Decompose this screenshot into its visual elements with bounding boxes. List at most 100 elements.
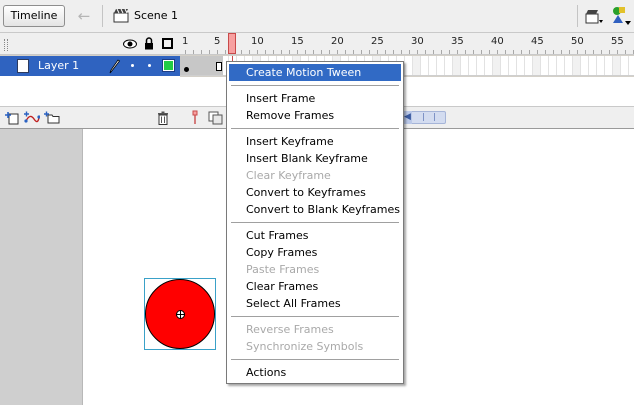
frame-cell[interactable] — [597, 56, 605, 75]
frame-cell[interactable] — [509, 56, 517, 75]
frame-cell[interactable] — [477, 56, 485, 75]
ruler-tick — [425, 50, 426, 54]
menu-item-convert-to-keyframes[interactable]: Convert to Keyframes — [227, 184, 403, 201]
frame-cell[interactable] — [493, 56, 501, 75]
frame-cell[interactable] — [629, 56, 634, 75]
toolbar-divider — [102, 5, 103, 27]
frame-cell[interactable] — [541, 56, 549, 75]
frame-cell[interactable] — [573, 56, 581, 75]
layer-outline-color-box[interactable] — [162, 59, 175, 72]
ruler-tick — [433, 50, 434, 54]
ruler-tick — [313, 50, 314, 54]
ruler-label: 35 — [451, 36, 464, 47]
frame-cell[interactable] — [453, 56, 461, 75]
ruler-tick — [225, 50, 226, 54]
ruler-label: 20 — [331, 36, 344, 47]
frame-cell[interactable] — [445, 56, 453, 75]
ruler-tick — [369, 50, 370, 54]
add-layer-icon[interactable] — [5, 111, 19, 125]
ruler-tick — [265, 50, 266, 54]
ruler-label: 10 — [251, 36, 264, 47]
ruler-tick — [441, 50, 442, 54]
lock-icon[interactable] — [144, 37, 154, 50]
frame-cell[interactable] — [461, 56, 469, 75]
toolbar-divider — [577, 5, 578, 27]
layer-icon — [17, 59, 29, 73]
ruler-label: 50 — [571, 36, 584, 47]
menu-item-cut-frames[interactable]: Cut Frames — [227, 227, 403, 244]
menu-item-insert-keyframe[interactable]: Insert Keyframe — [227, 133, 403, 150]
back-arrow-icon[interactable]: ← — [74, 7, 94, 25]
frame-ruler[interactable]: 1 5 10 15 20 25 30 35 40 45 50 55 — [180, 33, 634, 55]
ruler-tick — [545, 50, 546, 54]
center-frame-icon[interactable] — [190, 110, 200, 125]
ruler-tick — [561, 50, 562, 54]
frame-cell[interactable] — [525, 56, 533, 75]
menu-item-create-motion-tween[interactable]: Create Motion Tween — [229, 64, 401, 81]
frame-cell[interactable] — [589, 56, 597, 75]
menu-item-select-all-frames[interactable]: Select All Frames — [227, 295, 403, 312]
menu-item-insert-frame[interactable]: Insert Frame — [227, 90, 403, 107]
ruler-tick — [273, 50, 274, 54]
menu-item-paste-frames: Paste Frames — [246, 263, 320, 276]
frame-cell[interactable] — [469, 56, 477, 75]
onion-skin-icon[interactable] — [208, 111, 224, 125]
add-guide-layer-icon[interactable] — [24, 111, 40, 125]
timeline-toggle-button[interactable]: Timeline — [3, 5, 65, 27]
ruler-tick — [241, 50, 242, 54]
layers-panel-empty — [0, 76, 180, 106]
menu-item-actions[interactable]: Actions — [227, 364, 403, 381]
frame-cell[interactable] — [517, 56, 525, 75]
ruler-tick — [553, 50, 554, 54]
ruler-tick — [281, 50, 282, 54]
outline-icon[interactable] — [162, 38, 173, 49]
layer-name[interactable]: Layer 1 — [38, 59, 79, 72]
frame-cell[interactable] — [605, 56, 613, 75]
visibility-dot[interactable] — [131, 64, 134, 67]
ruler-tick — [625, 50, 626, 54]
frame-cell[interactable] — [437, 56, 445, 75]
edit-symbol-icon[interactable] — [610, 5, 632, 27]
ruler-tick — [481, 50, 482, 54]
frame-cell[interactable] — [533, 56, 541, 75]
frame-cell[interactable] — [581, 56, 589, 75]
frame-cell[interactable] — [565, 56, 573, 75]
frame-cell[interactable] — [621, 56, 629, 75]
trash-icon[interactable] — [157, 111, 169, 125]
registration-point-icon — [176, 310, 185, 319]
frame-end-marker — [216, 62, 222, 71]
eye-icon[interactable] — [123, 39, 137, 49]
frame-cell[interactable] — [413, 56, 421, 75]
ruler-tick — [353, 50, 354, 54]
scroll-left-arrow-icon[interactable]: ◀ — [403, 111, 412, 124]
menu-item-copy-frames[interactable]: Copy Frames — [227, 244, 403, 261]
pencil-icon — [109, 59, 121, 74]
ruler-tick — [217, 50, 218, 54]
layer-row[interactable]: Layer 1 — [0, 56, 180, 76]
edit-bar: Timeline ← Scene 1 — [0, 0, 634, 33]
frame-cell[interactable] — [405, 56, 413, 75]
frame-cell[interactable] — [557, 56, 565, 75]
frame-cell[interactable] — [549, 56, 557, 75]
ruler-tick — [577, 50, 578, 54]
ruler-tick — [473, 50, 474, 54]
menu-item-insert-blank-keyframe[interactable]: Insert Blank Keyframe — [227, 150, 403, 167]
scene-icon — [113, 8, 129, 23]
ruler-label: 55 — [611, 36, 624, 47]
frame-cell[interactable] — [613, 56, 621, 75]
ruler-tick — [329, 50, 330, 54]
playhead[interactable] — [228, 33, 236, 54]
frame-cell[interactable] — [485, 56, 493, 75]
scrollbar-thumb[interactable] — [423, 113, 435, 121]
lock-dot[interactable] — [148, 64, 151, 67]
grip-icon[interactable] — [4, 39, 8, 51]
insert-folder-icon[interactable] — [44, 111, 60, 124]
menu-item-remove-frames[interactable]: Remove Frames — [227, 107, 403, 124]
frame-cell[interactable] — [421, 56, 429, 75]
frame-cell[interactable] — [501, 56, 509, 75]
menu-item-convert-to-blank-keyframes[interactable]: Convert to Blank Keyframes — [227, 201, 403, 218]
frame-cell[interactable] — [429, 56, 437, 75]
frame-context-menu: Create Motion Tween Insert Frame Remove Fr… — [226, 61, 404, 384]
menu-item-clear-frames[interactable]: Clear Frames — [227, 278, 403, 295]
edit-scene-icon[interactable] — [584, 6, 604, 26]
